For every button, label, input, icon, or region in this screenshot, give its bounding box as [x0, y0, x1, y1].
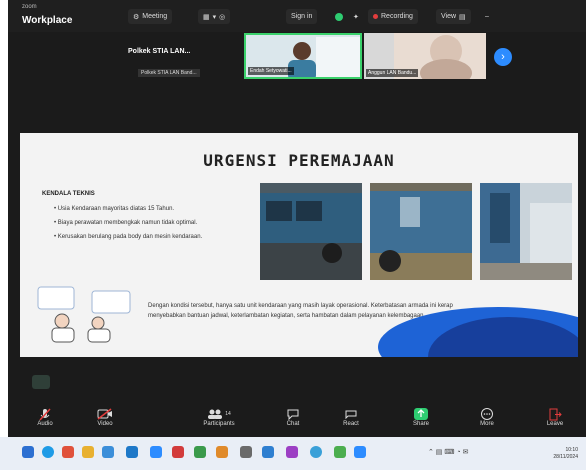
participants-button[interactable]: 14 Participants — [196, 407, 242, 427]
meeting-toolbar: Audio Video 14 Participants Chat React S… — [8, 405, 586, 435]
shield-button[interactable] — [330, 9, 348, 24]
window-controls[interactable]: – — [480, 9, 494, 24]
taskbar-clock[interactable]: 10:10 28/11/2024 — [553, 447, 578, 461]
grid-icon: ▦ — [203, 13, 210, 21]
section-heading: KENDALA TEKNIS — [42, 191, 95, 197]
minimize-icon: – — [485, 13, 489, 20]
active-speaker-caption: Polkek STIA LAN Band... — [138, 69, 200, 77]
leave-button[interactable]: Leave — [532, 407, 578, 427]
zoom-window: zoom Workplace ⚙ Meeting ▦ ▾ ◎ Sign in ✦… — [8, 0, 586, 470]
app-sub-label: zoom — [22, 4, 37, 10]
globe-icon: ◎ — [219, 13, 226, 21]
app-icon[interactable] — [354, 446, 366, 458]
left-margin — [0, 0, 8, 470]
pin-icon: ✦ — [353, 13, 359, 21]
tray-icons[interactable]: ⌃ ▤ ⌨ ◔ ✉ — [428, 448, 468, 456]
participant-caption: Endah Setyowati... — [248, 67, 294, 75]
app-icon[interactable] — [172, 446, 184, 458]
next-page-button[interactable]: › — [494, 48, 512, 66]
vehicle-photo-1 — [260, 183, 362, 280]
vehicle-photo-2 — [370, 183, 472, 280]
leave-icon — [549, 408, 562, 420]
participant-caption: Anggun LAN Bandu... — [366, 69, 419, 77]
chat-button[interactable]: Chat — [270, 407, 316, 427]
participant-count: 14 — [225, 411, 231, 417]
shared-slide: URGENSI PEREMAJAAN KENDALA TEKNIS Usia K… — [20, 133, 578, 357]
chevron-right-icon: › — [501, 51, 505, 63]
react-icon — [345, 410, 357, 420]
recording-indicator[interactable]: Recording — [368, 9, 418, 24]
active-speaker-name: Polkek STIA LAN... — [128, 48, 191, 55]
clock-time: 10:10 — [565, 447, 578, 453]
meeting-button[interactable]: ⚙ Meeting — [128, 9, 173, 24]
start-icon[interactable] — [22, 446, 34, 458]
mail-icon[interactable] — [102, 446, 114, 458]
top-bar: zoom Workplace ⚙ Meeting ▦ ▾ ◎ Sign in ✦… — [8, 0, 586, 32]
view-grid-icon: ▤ — [459, 13, 466, 21]
share-icon — [414, 408, 428, 420]
react-button[interactable]: React — [328, 407, 374, 427]
app-icon[interactable] — [194, 446, 206, 458]
app-name: Workplace — [22, 15, 73, 26]
more-icon — [481, 408, 493, 420]
self-view-thumbnail[interactable] — [32, 375, 50, 389]
more-button[interactable]: More — [464, 407, 510, 427]
record-icon — [373, 14, 378, 19]
bullet-item: Biaya perawatan membengkak namun tidak o… — [54, 219, 254, 227]
chat-icon — [287, 409, 299, 420]
participant-strip: Polkek STIA LAN... Polkek STIA LAN Band.… — [8, 32, 586, 84]
folder-icon[interactable] — [82, 446, 94, 458]
os-taskbar: ⌃ ▤ ⌨ ◔ ✉ 10:10 28/11/2024 — [0, 437, 586, 470]
participant-tile[interactable]: Anggun LAN Bandu... — [364, 33, 486, 79]
view-button[interactable]: View ▤ — [436, 9, 471, 24]
app-icon[interactable] — [334, 446, 346, 458]
participants-icon — [208, 409, 223, 419]
share-button[interactable]: Share — [398, 407, 444, 427]
vehicle-photo-3 — [480, 183, 572, 280]
layout-button[interactable]: ▦ ▾ ◎ — [198, 9, 231, 24]
app-icon[interactable] — [286, 446, 298, 458]
bullet-item: Kerusakan berulang pada body dan mesin k… — [54, 233, 254, 241]
signin-button[interactable]: Sign in — [286, 9, 318, 24]
video-off-icon — [97, 408, 112, 420]
shield-icon — [335, 12, 343, 21]
browser-icon[interactable] — [42, 446, 54, 458]
app-icon[interactable] — [310, 446, 322, 458]
chevron-down-icon: ▾ — [212, 13, 217, 21]
participant-tile[interactable]: Endah Setyowati... — [244, 33, 362, 79]
app-logo: zoom Workplace — [22, 4, 72, 28]
app-icon[interactable] — [262, 446, 274, 458]
audio-button[interactable]: Audio — [22, 407, 68, 427]
app-icon[interactable] — [240, 446, 252, 458]
zoom-icon[interactable] — [150, 446, 162, 458]
app-icon[interactable] — [216, 446, 228, 458]
video-button[interactable]: Video — [82, 407, 128, 427]
meeting-icon: ⚙ — [133, 13, 140, 21]
app-icon[interactable] — [126, 446, 138, 458]
mic-muted-icon — [39, 407, 51, 421]
slide-title: URGENSI PEREMAJAAN — [203, 151, 395, 170]
bullet-item: Usia Kendaraan mayoritas diatas 15 Tahun… — [54, 205, 254, 213]
app-icon[interactable] — [62, 446, 74, 458]
bullet-list: Usia Kendaraan mayoritas diatas 15 Tahun… — [54, 205, 254, 247]
clock-date: 28/11/2024 — [553, 454, 578, 460]
illustration-people — [37, 286, 131, 343]
pin-button[interactable]: ✦ — [348, 9, 364, 24]
